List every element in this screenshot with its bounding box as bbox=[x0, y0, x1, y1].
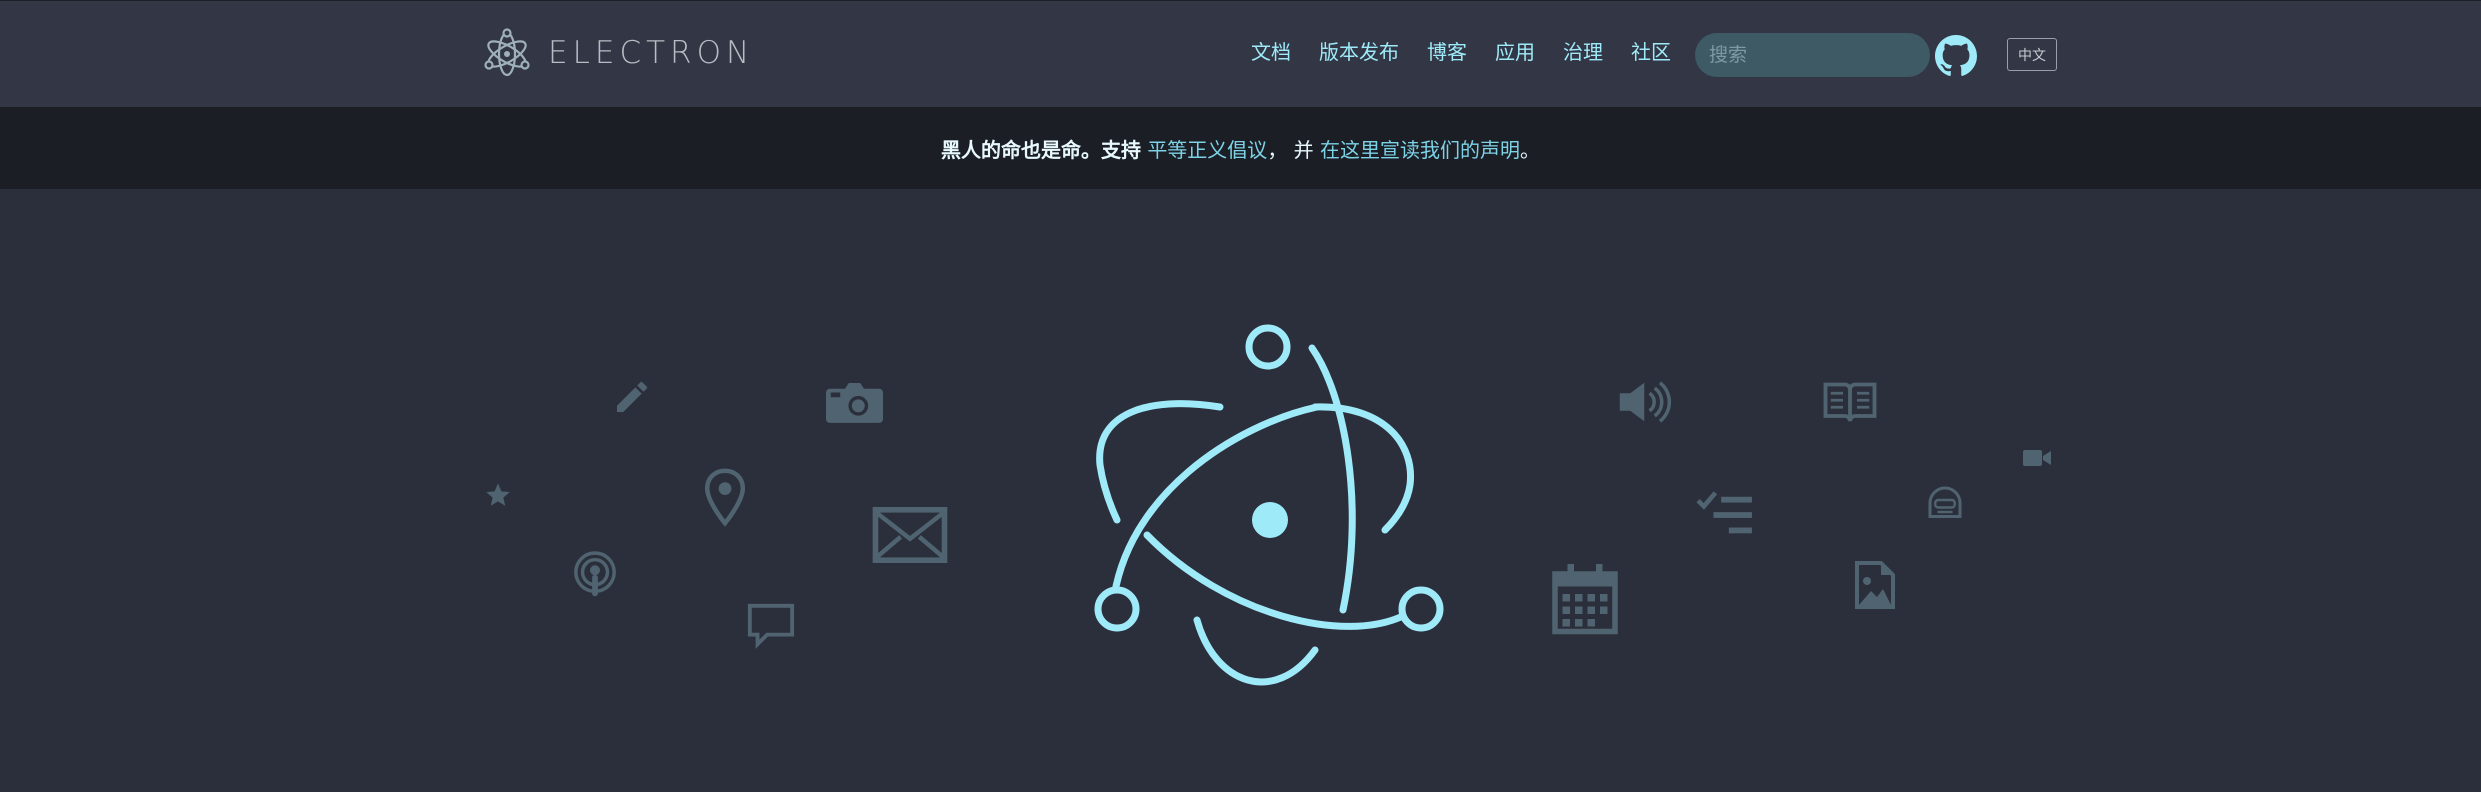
site-header: ELECTRON 文档 版本发布 博客 应用 治理 社区 中文 bbox=[0, 0, 2481, 107]
electron-atom-logo bbox=[1094, 324, 1444, 686]
nav-blog[interactable]: 博客 bbox=[1427, 35, 1467, 69]
banner-eji-link[interactable]: 平等正义倡议 bbox=[1147, 134, 1267, 163]
envelope-icon bbox=[872, 507, 948, 563]
podcast-icon bbox=[574, 551, 616, 597]
banner-support-text: 支持 bbox=[1100, 137, 1141, 162]
banner-statement-link[interactable]: 在这里宣读我们的声明 bbox=[1320, 134, 1520, 163]
electron-logo-link[interactable]: ELECTRON bbox=[482, 27, 754, 79]
star-icon bbox=[486, 483, 510, 506]
github-icon[interactable] bbox=[1935, 35, 1977, 77]
image-file-icon bbox=[1855, 561, 1895, 609]
announcement-banner: 黑人的命也是命。 支持 平等正义倡议 ， 并 在这里宣读我们的声明 。 bbox=[0, 107, 2481, 189]
banner-and-text: 并 bbox=[1293, 137, 1314, 162]
robot-icon bbox=[1928, 486, 1962, 518]
nav-apps[interactable]: 应用 bbox=[1495, 35, 1535, 69]
nav-docs[interactable]: 文档 bbox=[1251, 35, 1291, 69]
nav-releases[interactable]: 版本发布 bbox=[1319, 35, 1399, 69]
chat-bubble-icon bbox=[747, 603, 795, 649]
camera-icon bbox=[826, 383, 883, 423]
checklist-icon bbox=[1696, 491, 1752, 534]
electron-logo-icon bbox=[484, 28, 530, 77]
nav-governance[interactable]: 治理 bbox=[1563, 35, 1603, 69]
video-camera-icon bbox=[2023, 450, 2051, 466]
location-pin-icon bbox=[704, 468, 746, 527]
banner-period: 。 bbox=[1520, 137, 1541, 162]
search-input[interactable] bbox=[1695, 33, 1930, 77]
speaker-icon bbox=[1619, 381, 1672, 423]
pencil-icon bbox=[617, 381, 648, 412]
book-icon bbox=[1823, 382, 1877, 422]
banner-comma: ， bbox=[1267, 137, 1288, 162]
language-switch-button[interactable]: 中文 bbox=[2007, 38, 2057, 71]
nav-community[interactable]: 社区 bbox=[1631, 35, 1671, 69]
calendar-icon bbox=[1552, 564, 1618, 635]
main-nav: 文档 版本发布 博客 应用 治理 社区 bbox=[1251, 35, 1699, 69]
logo-wordmark: ELECTRON bbox=[548, 35, 755, 71]
banner-statement: 黑人的命也是命。 bbox=[940, 137, 1101, 162]
